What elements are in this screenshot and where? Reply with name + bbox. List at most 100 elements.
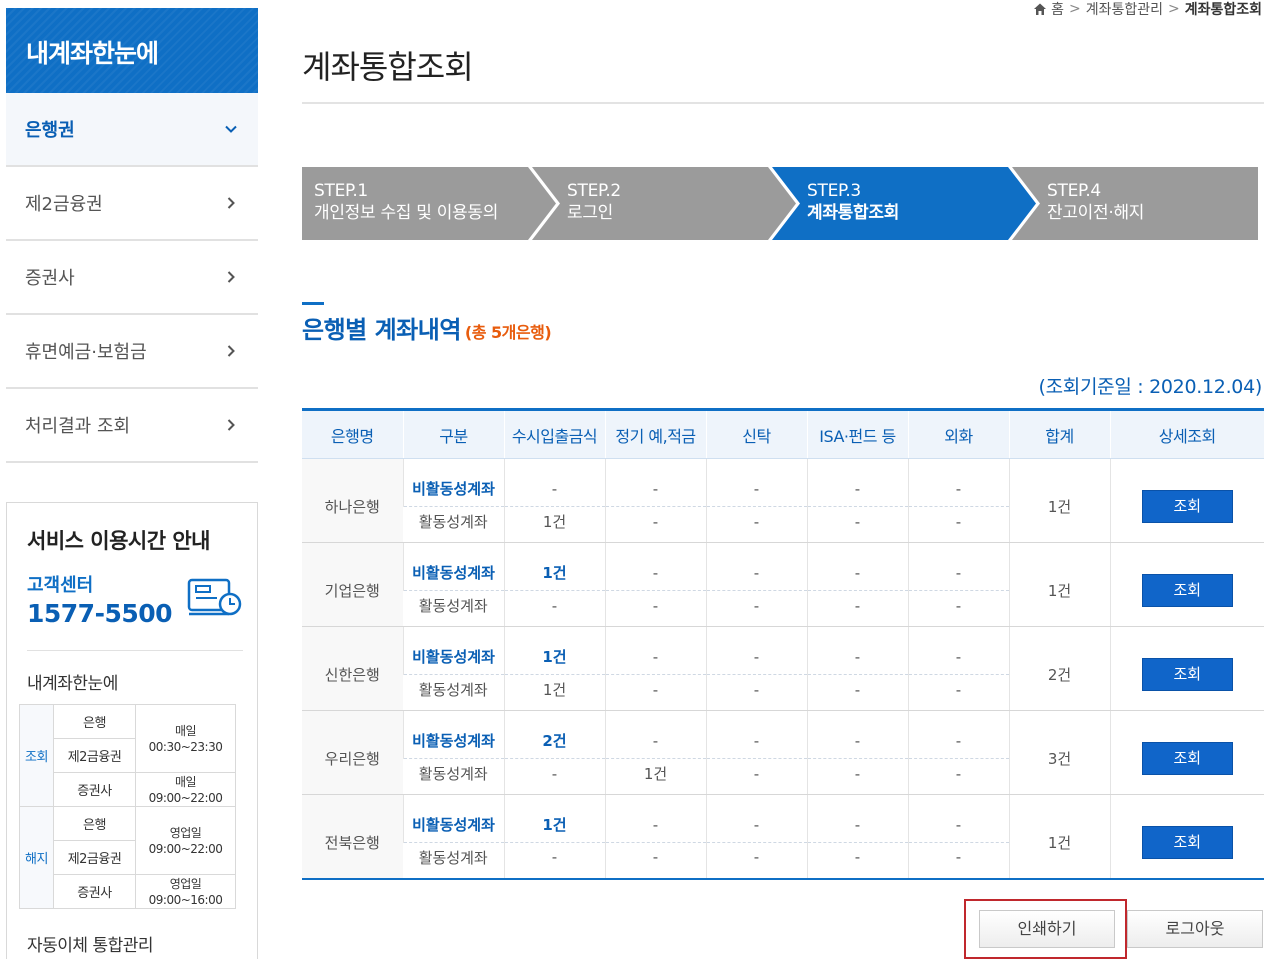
inactive-cell: - [907,794,1009,843]
table-row: 하나은행 비활동성계좌 - - - - -1건 조회 [302,458,1264,543]
view-button[interactable]: 조회 [1141,574,1233,607]
inactive-cell: - [604,626,706,675]
active-cell: - [503,590,605,627]
inactive-cell: - [907,542,1009,591]
col-header: ISA·펀드 등 [806,409,908,459]
chevron-right-icon [227,345,235,357]
section-title-text: 은행별 계좌내역 [302,316,461,344]
table-header-row: 은행명 구분 수시입출금식 정기 예,적금 신탁 ISA·펀드 등 외화 합계 … [302,409,1264,459]
sidebar-item-dormant[interactable]: 휴면예금·보험금 [6,315,258,389]
inactive-account-link[interactable]: 비활동성계좌 [402,626,504,675]
active-cell: 1건 [604,758,706,795]
inactive-cell: - [806,626,908,675]
inactive-cell: - [705,794,807,843]
bank-name: 전북은행 [302,794,403,880]
service-hours-box: 서비스 이용시간 안내 고객센터 1577-5500 내계좌한눈에 조회 은행 … [6,502,258,959]
inactive-account-link[interactable]: 비활동성계좌 [402,542,504,591]
service-hours-title: 서비스 이용시간 안내 [27,529,211,553]
detail-cell: 조회 [1109,626,1264,711]
inactive-cell: 1건 [503,626,605,675]
active-account-label: 활동성계좌 [403,758,504,795]
hours-time: 영업일 09:00~22:00 [135,806,236,875]
active-cell: - [705,590,807,627]
bank-name: 기업은행 [302,542,403,627]
inactive-account-link[interactable]: 비활동성계좌 [402,710,504,759]
reference-date: (조회기준일 : 2020.12.04) [1038,376,1263,398]
sidebar-menu: 은행권 제2금융권 증권사 휴면예금·보험금 처리결과 조회 [6,93,258,463]
bank-count: (총 5개은행) [464,323,552,342]
col-header: 상세조회 [1109,409,1264,459]
col-header: 은행명 [302,409,403,459]
bank-name: 신한은행 [302,626,403,711]
hours-bank: 은행 [53,806,136,841]
inactive-cell: - [806,458,908,507]
breadcrumb-separator: > [1167,1,1180,17]
active-cell: - [705,506,807,543]
bank-name: 우리은행 [302,710,403,795]
inactive-cell: - [907,710,1009,759]
sidebar-item-second-financial[interactable]: 제2금융권 [6,167,258,241]
inactive-cell: - [806,542,908,591]
active-cell: - [806,758,908,795]
view-button[interactable]: 조회 [1141,490,1233,523]
inactive-cell: - [705,542,807,591]
step-1: STEP.1 개인정보 수집 및 이용동의 [314,180,498,224]
inactive-cell: - [907,458,1009,507]
detail-cell: 조회 [1109,710,1264,795]
inactive-cell: - [806,794,908,843]
breadcrumb: 홈 > 계좌통합관리 > 계좌통합조회 [1033,0,1262,18]
col-header: 신탁 [705,409,807,459]
active-account-label: 활동성계좌 [403,590,504,627]
print-button[interactable]: 인쇄하기 [979,910,1115,948]
sidebar-item-bank[interactable]: 은행권 [6,93,258,167]
row-total: 1건 [1008,458,1110,543]
active-cell: - [907,506,1009,543]
account-table: 은행명 구분 수시입출금식 정기 예,적금 신탁 ISA·펀드 등 외화 합계 … [302,408,1264,880]
active-cell: - [604,506,706,543]
auto-transfer-link[interactable]: 자동이체 통합관리 [27,931,243,956]
sidebar-item-results[interactable]: 처리결과 조회 [6,389,258,463]
inactive-cell: - [705,458,807,507]
active-cell: - [907,590,1009,627]
customer-center: 고객센터 1577-5500 [27,571,243,651]
breadcrumb-home[interactable]: 홈 [1051,0,1064,19]
active-cell: - [907,758,1009,795]
step-progress: STEP.1 개인정보 수집 및 이용동의 STEP.2 로그인 STEP.3 … [302,167,1258,240]
detail-cell: 조회 [1109,794,1264,880]
active-cell: - [907,674,1009,711]
row-total: 3건 [1008,710,1110,795]
hours-second: 제2금융권 [53,738,136,773]
breadcrumb-parent[interactable]: 계좌통합관리 [1086,0,1163,19]
inactive-cell: - [705,626,807,675]
step-label: 로그인 [567,203,614,223]
inactive-cell: 1건 [503,794,605,843]
sidebar-item-securities[interactable]: 증권사 [6,241,258,315]
hours-stock: 증권사 [53,874,136,909]
active-cell: - [503,842,605,880]
customer-center-icon [187,574,243,626]
sidebar-item-label: 은행권 [25,120,75,141]
active-account-label: 활동성계좌 [403,842,504,880]
active-cell: - [604,674,706,711]
view-button[interactable]: 조회 [1141,825,1233,859]
step-number: STEP.2 [567,181,621,201]
active-cell: - [806,674,908,711]
home-icon[interactable] [1033,2,1047,16]
sidebar-title: 내계좌한눈에 [6,8,258,93]
section-title: 은행별 계좌내역 (총 5개은행) [302,310,552,345]
hours-stock: 증권사 [53,772,136,807]
view-button[interactable]: 조회 [1141,658,1233,691]
active-account-label: 활동성계좌 [403,506,504,543]
step-number: STEP.1 [314,181,368,201]
active-cell: 1건 [503,674,605,711]
view-button[interactable]: 조회 [1141,742,1233,775]
inactive-account-link[interactable]: 비활동성계좌 [402,794,504,843]
inactive-account-link[interactable]: 비활동성계좌 [402,458,504,507]
inactive-cell: - [604,542,706,591]
logout-button[interactable]: 로그아웃 [1127,910,1263,948]
row-total: 1건 [1008,794,1110,880]
inactive-cell: 1건 [503,542,605,591]
col-header: 합계 [1008,409,1110,459]
step-2: STEP.2 로그인 [567,180,621,224]
breadcrumb-current: 계좌통합조회 [1184,2,1262,18]
